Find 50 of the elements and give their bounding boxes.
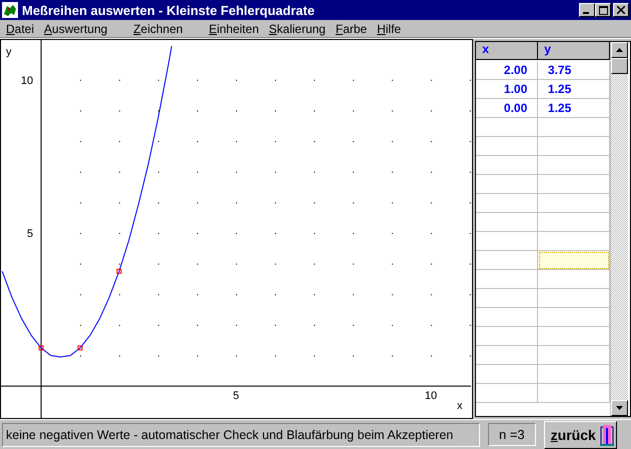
menu-item[interactable]: Skalierung xyxy=(264,22,332,36)
table-cell[interactable] xyxy=(538,251,610,270)
maximize-icon xyxy=(598,6,608,14)
column-header[interactable]: x xyxy=(476,42,538,60)
table-cell[interactable] xyxy=(476,384,538,403)
menu-item[interactable]: Auswertung xyxy=(40,22,130,36)
menu-item[interactable]: Hilfe xyxy=(372,22,407,36)
data-point xyxy=(38,345,44,350)
x-tick-label: 5 xyxy=(232,390,240,402)
up-arrow-icon[interactable] xyxy=(616,48,624,52)
window-title: Meßreihen auswerten - Kleinste Fehlerquadrate xyxy=(22,2,316,18)
back-button[interactable]: zurück xyxy=(544,420,617,448)
data-point xyxy=(116,268,122,274)
menu-item[interactable]: Zeichnen xyxy=(129,22,205,36)
down-arrow-icon[interactable] xyxy=(616,406,624,410)
menu-item[interactable]: Datei xyxy=(2,22,40,36)
minimize-button[interactable] xyxy=(579,3,595,17)
table-cell[interactable] xyxy=(476,232,538,251)
scrollbar-thumb[interactable] xyxy=(611,58,628,74)
maximize-button[interactable] xyxy=(595,3,611,17)
x-tick-label: 10 xyxy=(424,390,437,402)
y-axis-label: y xyxy=(6,46,12,58)
table-cell[interactable] xyxy=(476,365,538,384)
table-cell[interactable] xyxy=(476,194,538,213)
data-point xyxy=(78,345,83,350)
table-cell[interactable] xyxy=(476,137,538,156)
point-count: n =3 xyxy=(488,423,536,446)
column-header[interactable]: y xyxy=(538,42,610,60)
table-cell[interactable] xyxy=(476,327,538,346)
scrollbar[interactable] xyxy=(610,42,628,416)
y-tick-label: 5 xyxy=(27,228,34,240)
table-cell[interactable] xyxy=(476,346,538,365)
close-button[interactable] xyxy=(613,3,629,17)
table-cell[interactable] xyxy=(476,270,538,289)
y-tick-label: 10 xyxy=(20,74,34,87)
table-cell[interactable] xyxy=(476,308,538,327)
table-cell[interactable] xyxy=(476,118,538,137)
table-cell[interactable]: 0.00 xyxy=(476,99,538,118)
close-icon xyxy=(617,6,625,14)
table-cell[interactable] xyxy=(476,213,538,232)
table-cell[interactable]: 2.00 xyxy=(476,61,538,80)
menu-item[interactable]: Einheiten xyxy=(204,22,265,36)
x-axis-label: x xyxy=(457,400,462,412)
table-cell[interactable] xyxy=(476,156,538,175)
table-cell[interactable] xyxy=(476,289,538,308)
door-icon xyxy=(600,424,614,446)
status-message: keine negativen Werte - automatischer Check und Blaufärbung beim Akzeptieren xyxy=(2,422,480,446)
table-cell[interactable] xyxy=(476,175,538,194)
table-cell[interactable]: 1.00 xyxy=(476,80,538,99)
menu-item[interactable]: Farbe xyxy=(332,22,373,36)
